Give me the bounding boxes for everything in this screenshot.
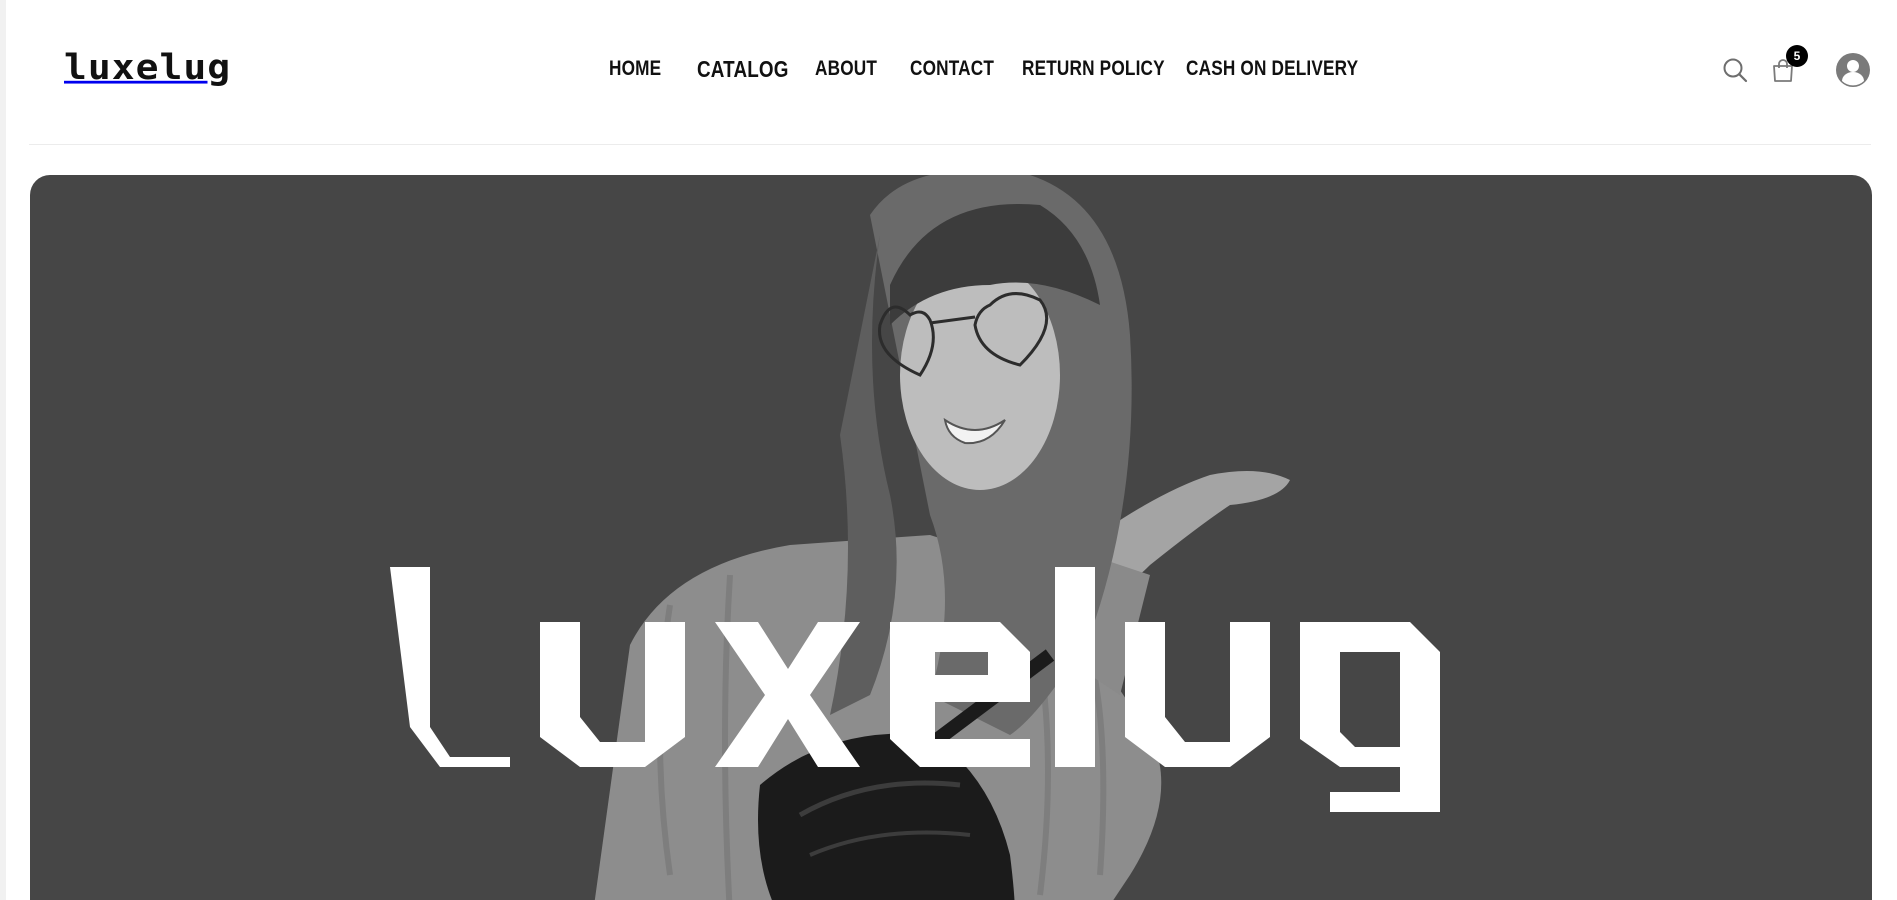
main-navigation: HOME CATALOG ABOUT CONTACT RETURN POLICY… — [609, 52, 1358, 86]
cart-count-badge: 5 — [1786, 45, 1808, 67]
search-button[interactable] — [1720, 55, 1750, 85]
logo-text: luxelug — [64, 46, 232, 88]
site-header: luxelug HOME CATALOG ABOUT CONTACT RETUR… — [29, 0, 1871, 145]
page: luxelug HOME CATALOG ABOUT CONTACT RETUR… — [0, 0, 1897, 900]
nav-home[interactable]: HOME — [609, 57, 661, 81]
nav-contact[interactable]: CONTACT — [910, 57, 994, 81]
user-account-icon — [1836, 53, 1870, 87]
hero-brand-wordmark — [390, 567, 1440, 812]
cart-button[interactable]: 5 — [1768, 45, 1808, 85]
nav-about[interactable]: ABOUT — [815, 57, 877, 81]
nav-catalog[interactable]: CATALOG — [697, 56, 789, 83]
left-edge-strip — [0, 0, 6, 900]
nav-cash-on-delivery[interactable]: CASH ON DELIVERY — [1186, 57, 1358, 81]
hero-banner — [30, 175, 1872, 900]
search-icon — [1723, 58, 1748, 83]
nav-return-policy[interactable]: RETURN POLICY — [1022, 57, 1165, 81]
site-logo[interactable]: luxelug — [64, 44, 231, 90]
header-actions: 5 — [1720, 45, 1871, 92]
account-button[interactable] — [1835, 52, 1871, 88]
